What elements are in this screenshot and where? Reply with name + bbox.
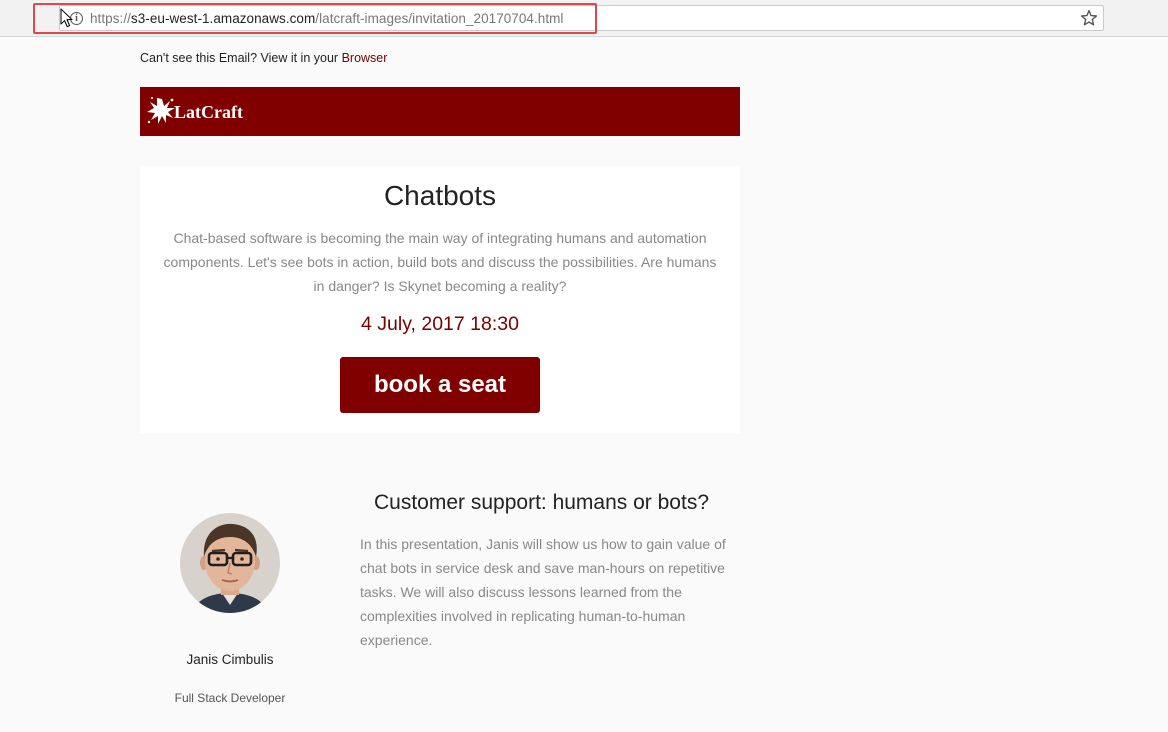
url-scheme: https:// xyxy=(90,11,131,26)
cursor-icon xyxy=(60,8,73,28)
star-icon[interactable] xyxy=(1079,8,1099,28)
talk-description: In this presentation, Janis will show us… xyxy=(360,536,726,648)
speaker-role: Full Stack Developer xyxy=(174,691,286,705)
view-in-browser-link[interactable]: Browser xyxy=(342,51,388,65)
url-host: s3-eu-west-1.amazonaws.com xyxy=(130,11,316,26)
speaker-avatar xyxy=(180,513,280,613)
url-path: /latcraft-images/invitation_20170704.htm… xyxy=(315,11,564,26)
preheader-text: Can't see this Email? View it in your xyxy=(140,51,342,65)
talk-title: Customer support: humans or bots? xyxy=(374,491,709,514)
speaker-name: Janis Cimbulis xyxy=(186,652,274,667)
event-description: Chat-based software is becoming the main… xyxy=(163,230,717,294)
event-card: Chatbots Chat-based software is becoming… xyxy=(140,166,740,433)
browser-toolbar: i https://s3-eu-west-1.amazonaws.com/lat… xyxy=(0,0,1168,37)
event-title: Chatbots xyxy=(383,180,497,211)
splash-icon xyxy=(147,97,175,124)
preheader: Can't see this Email? View it in your Br… xyxy=(140,51,387,65)
address-bar[interactable]: i https://s3-eu-west-1.amazonaws.com/lat… xyxy=(59,5,1104,31)
url-text[interactable]: https://s3-eu-west-1.amazonaws.com/latcr… xyxy=(90,11,563,26)
book-seat-button[interactable]: book a seat xyxy=(340,357,540,413)
event-date: 4 July, 2017 18:30 xyxy=(361,313,519,335)
logo-text: LatCraft xyxy=(174,101,243,122)
latcraft-logo[interactable]: LatCraft xyxy=(146,95,243,127)
header-banner: LatCraft xyxy=(140,87,740,136)
